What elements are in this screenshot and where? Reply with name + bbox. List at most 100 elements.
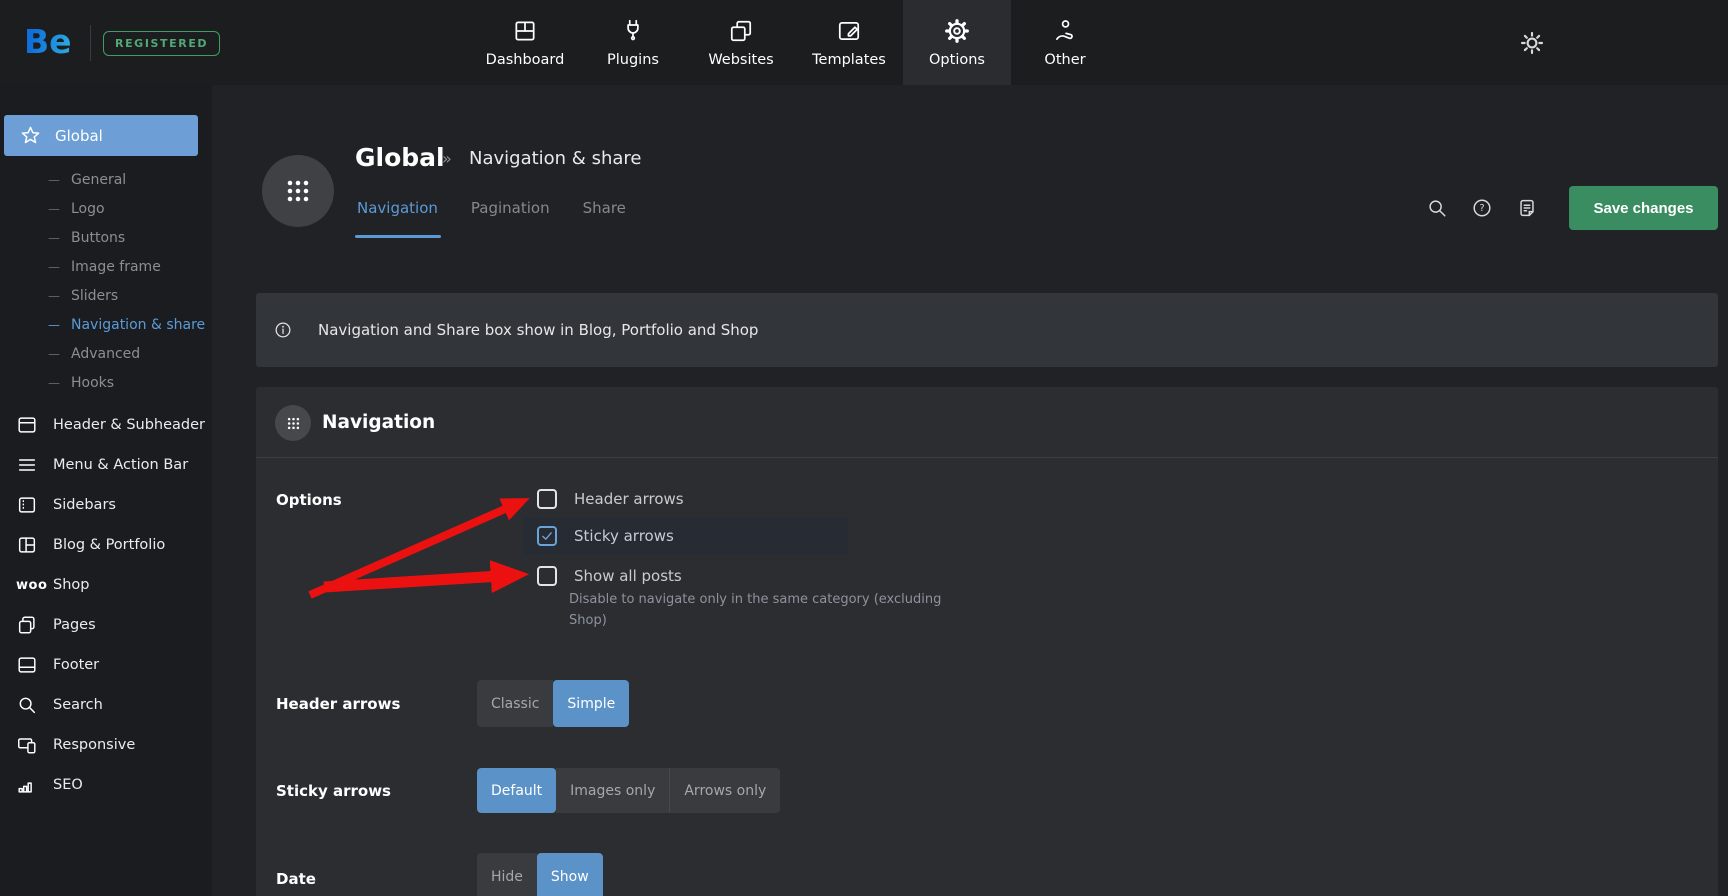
notice-text: Navigation and Share box show in Blog, P…: [318, 321, 758, 339]
panel-avatar: [275, 405, 311, 441]
save-changes-button[interactable]: Save changes: [1569, 186, 1718, 230]
sun-icon: [1516, 27, 1548, 59]
pages-icon: [16, 614, 38, 636]
sidebar-item-sidebars[interactable]: Sidebars: [0, 485, 212, 525]
content-tabs: Navigation Pagination Share: [357, 199, 626, 217]
sidebar-subitem-advanced[interactable]: Advanced: [0, 339, 212, 368]
sticky-arrows-checkbox[interactable]: [537, 526, 557, 546]
sidebar: Global General Logo Buttons Image frame …: [0, 85, 212, 896]
divider: [90, 25, 91, 61]
sidebar-subitem-logo[interactable]: Logo: [0, 194, 212, 223]
seo-chart-icon: [16, 774, 38, 796]
tab-navigation[interactable]: Navigation: [357, 199, 438, 217]
checkbox-row-show-all-posts[interactable]: Show all posts: [523, 558, 848, 594]
panel-title: Navigation: [322, 412, 435, 433]
arrows-only-button[interactable]: Arrows only: [669, 768, 780, 813]
sidebars-icon: [16, 494, 38, 516]
top-nav-options[interactable]: Options: [903, 0, 1011, 85]
sidebar-item-menu-action-bar[interactable]: Menu & Action Bar: [0, 445, 212, 485]
checkbox-row-sticky-arrows[interactable]: Sticky arrows: [523, 517, 848, 555]
panel-header: [256, 387, 1718, 458]
sidebar-item-label: Global: [55, 127, 103, 145]
checkbox-row-header-arrows[interactable]: Header arrows: [523, 481, 848, 517]
sidebar-subitem-navigation-share[interactable]: Navigation & share: [0, 310, 212, 339]
show-all-posts-description: Disable to navigate only in the same cat…: [569, 590, 969, 632]
help-button[interactable]: ?: [1471, 197, 1493, 219]
plug-icon: [620, 18, 646, 44]
sidebar-item-global[interactable]: Global: [4, 115, 198, 156]
websites-icon: [728, 18, 754, 44]
breadcrumb-current: Navigation & share: [469, 148, 641, 169]
header-search-button[interactable]: [1426, 197, 1448, 219]
breadcrumb-separator: »: [442, 149, 452, 168]
show-all-posts-checkbox[interactable]: [537, 566, 557, 586]
top-nav-label: Plugins: [607, 52, 659, 68]
top-nav-websites[interactable]: Websites: [687, 0, 795, 85]
header-arrows-button-group: Classic Simple: [477, 680, 629, 727]
dashboard-icon: [512, 18, 538, 44]
sidebar-global-submenu: General Logo Buttons Image frame Sliders…: [0, 165, 212, 397]
sidebar-item-search[interactable]: Search: [0, 685, 212, 725]
topbar: Be REGISTERED Dashboard Plugins Websites: [0, 0, 1728, 85]
registered-badge: REGISTERED: [103, 31, 220, 56]
star-icon: [20, 125, 41, 146]
info-icon: [273, 320, 293, 340]
notes-icon: [1516, 197, 1538, 219]
hand-person-icon: [1052, 18, 1078, 44]
tab-share[interactable]: Share: [583, 199, 626, 217]
sticky-arrows-button-group: Default Images only Arrows only: [477, 768, 780, 813]
header-subheader-icon: [16, 414, 38, 436]
classic-button[interactable]: Classic: [477, 680, 553, 727]
sidebar-item-seo[interactable]: SEO: [0, 765, 212, 805]
sidebar-item-shop[interactable]: woo Shop: [0, 565, 212, 605]
info-notice: Navigation and Share box show in Blog, P…: [256, 293, 1718, 367]
responsive-icon: [16, 734, 38, 756]
header-arrows-row-label: Header arrows: [276, 695, 400, 713]
hide-button[interactable]: Hide: [477, 853, 537, 896]
header-arrows-checkbox[interactable]: [537, 489, 557, 509]
sidebar-item-pages[interactable]: Pages: [0, 605, 212, 645]
date-button-group: Hide Show: [477, 853, 603, 896]
sidebar-item-blog-portfolio[interactable]: Blog & Portfolio: [0, 525, 212, 565]
main-content: Global » Navigation & share Navigation P…: [212, 85, 1728, 896]
simple-button[interactable]: Simple: [553, 680, 629, 727]
top-nav-templates[interactable]: Templates: [795, 0, 903, 85]
gear-icon: [944, 18, 970, 44]
sidebar-subitem-hooks[interactable]: Hooks: [0, 368, 212, 397]
sidebar-subitem-image-frame[interactable]: Image frame: [0, 252, 212, 281]
top-nav-dashboard[interactable]: Dashboard: [471, 0, 579, 85]
sidebar-item-footer[interactable]: Footer: [0, 645, 212, 685]
options-row-label: Options: [276, 491, 342, 509]
top-nav-label: Other: [1044, 52, 1085, 68]
section-avatar: [262, 155, 334, 227]
sidebar-subitem-sliders[interactable]: Sliders: [0, 281, 212, 310]
top-nav-plugins[interactable]: Plugins: [579, 0, 687, 85]
sidebar-item-responsive[interactable]: Responsive: [0, 725, 212, 765]
sidebar-subitem-general[interactable]: General: [0, 165, 212, 194]
active-tab-underline: [355, 235, 441, 238]
default-button[interactable]: Default: [477, 768, 556, 813]
breadcrumb-parent: Global: [355, 143, 445, 172]
sidebar-item-header-subheader[interactable]: Header & Subheader: [0, 405, 212, 445]
tab-pagination[interactable]: Pagination: [471, 199, 550, 217]
blog-portfolio-icon: [16, 534, 38, 556]
date-row-label: Date: [276, 870, 316, 888]
grid-dots-icon: [282, 175, 314, 207]
checkmark-icon: [540, 529, 554, 543]
navigation-panel: Navigation Options Header arrows Sticky …: [256, 387, 1718, 896]
show-button[interactable]: Show: [537, 853, 603, 896]
svg-text:?: ?: [1479, 203, 1484, 214]
template-edit-icon: [836, 18, 862, 44]
theme-toggle-button[interactable]: [1516, 27, 1548, 59]
betheme-logo[interactable]: Be: [24, 22, 72, 61]
top-nav-label: Websites: [708, 52, 773, 68]
sidebar-menu: Header & Subheader Menu & Action Bar Sid…: [0, 405, 212, 805]
search-icon: [16, 694, 38, 716]
sidebar-subitem-buttons[interactable]: Buttons: [0, 223, 212, 252]
woocommerce-icon: woo: [16, 578, 38, 593]
changelog-button[interactable]: [1516, 197, 1538, 219]
hamburger-icon: [16, 454, 38, 476]
images-only-button[interactable]: Images only: [556, 768, 669, 813]
top-nav-other[interactable]: Other: [1011, 0, 1119, 85]
footer-icon: [16, 654, 38, 676]
